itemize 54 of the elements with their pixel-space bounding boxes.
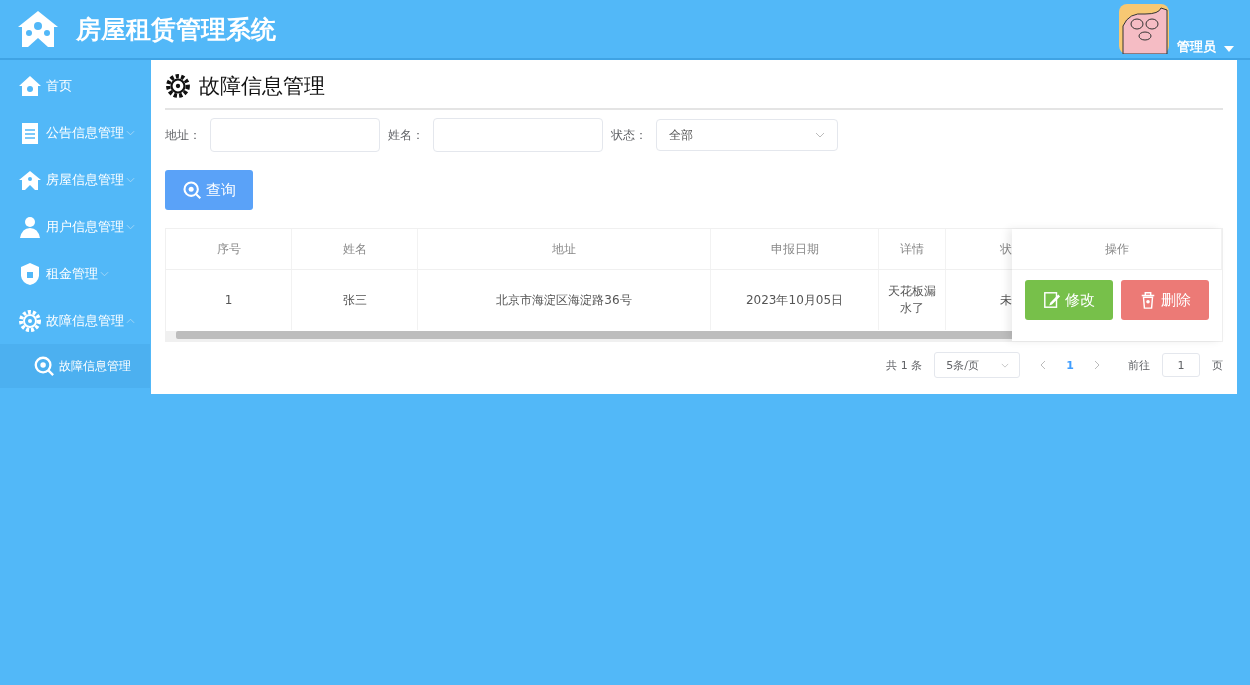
- status-select[interactable]: 全部: [656, 119, 838, 151]
- input-field[interactable]: [433, 118, 603, 152]
- column-header: 详情: [900, 240, 924, 258]
- goto-label: 前往: [1128, 357, 1150, 373]
- table-cell: 1: [224, 293, 233, 307]
- menu-item[interactable]: 首页: [0, 62, 150, 109]
- menu-item[interactable]: 房屋信息管理: [0, 156, 150, 203]
- previous-page-icon[interactable]: [1040, 360, 1047, 370]
- column-header: 姓名: [342, 240, 367, 258]
- next-page-icon[interactable]: [1094, 360, 1100, 370]
- page-input[interactable]: 1: [1162, 353, 1200, 377]
- menu-item[interactable]: 用户信息管理: [0, 203, 150, 250]
- submenu-item[interactable]: 故障信息管理: [0, 344, 150, 388]
- user-name[interactable]: 管理员: [1177, 38, 1216, 56]
- shield-icon: [18, 261, 42, 286]
- column-header: 地址: [552, 240, 576, 258]
- menu-item[interactable]: 租金管理: [0, 250, 150, 297]
- table-cell: 天花板漏水了: [887, 283, 937, 317]
- page-number[interactable]: 1: [1066, 358, 1074, 372]
- filter-label: 地址：: [165, 126, 202, 144]
- avatar-icon[interactable]: [1119, 4, 1169, 54]
- search-icon: [33, 355, 55, 377]
- gear-icon: [165, 73, 191, 99]
- total-count: 共 1 条: [886, 357, 923, 373]
- table-cell: 未: [999, 291, 1012, 309]
- table-cell: 北京市海淀区海淀路36号: [496, 291, 632, 309]
- page-suffix: 页: [1212, 357, 1223, 373]
- app-title: 房屋租赁管理系统: [76, 13, 276, 46]
- table-cell: 张三: [342, 291, 367, 309]
- filter-label: 姓名：: [388, 126, 425, 144]
- edit-icon: [1043, 291, 1061, 309]
- search-icon: [182, 180, 202, 200]
- search-button[interactable]: 查询: [165, 170, 253, 210]
- column-header: 状: [999, 240, 1012, 258]
- home-icon: [18, 73, 42, 98]
- column-header: 操作: [1104, 240, 1129, 258]
- edit-button[interactable]: 修改: [1025, 280, 1113, 320]
- column-header: 申报日期: [770, 240, 819, 258]
- chevron-icon: [1000, 362, 1009, 368]
- table-cell: 2023年10月05日: [745, 291, 844, 309]
- column-header: 序号: [216, 240, 241, 258]
- house-icon: [16, 9, 60, 49]
- caret-icon[interactable]: [1224, 46, 1234, 52]
- menu-item[interactable]: 故障信息管理: [0, 297, 150, 344]
- filter-label: 状态：: [611, 126, 648, 144]
- page-title: 故障信息管理: [199, 73, 325, 100]
- trash-icon: [1139, 291, 1157, 309]
- input-field[interactable]: [210, 118, 380, 152]
- delete-button[interactable]: 删除: [1121, 280, 1209, 320]
- menu-item[interactable]: 公告信息管理: [0, 109, 150, 156]
- gear-icon: [18, 308, 42, 333]
- user-icon: [18, 214, 42, 239]
- chevron-icon: [815, 132, 825, 138]
- page-size-select[interactable]: 5条/页: [934, 352, 1021, 378]
